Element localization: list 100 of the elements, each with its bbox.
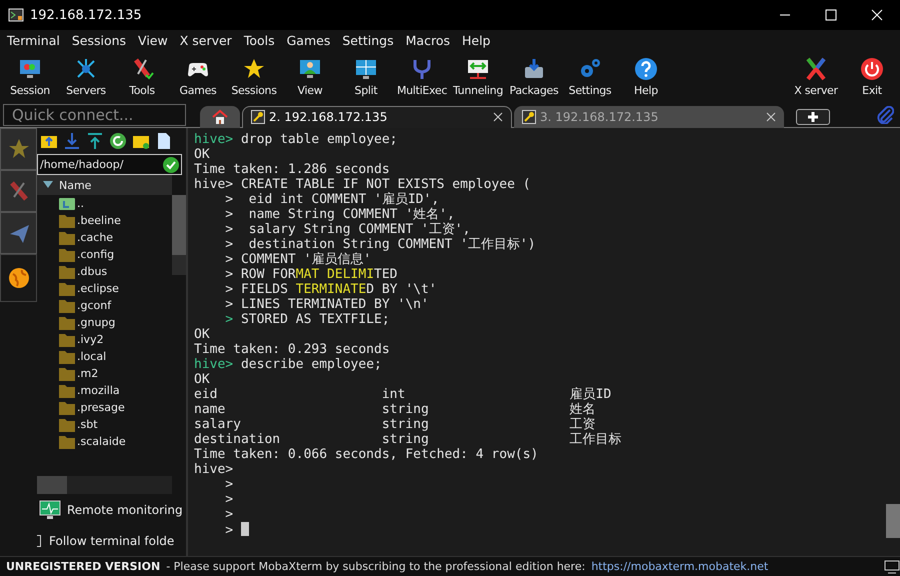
terminal-line: > destination String COMMENT '工作目标') <box>224 237 537 252</box>
toolbar-button[interactable]: MultiExec <box>394 51 450 103</box>
session-tab[interactable]: 3. 192.168.172.135 <box>514 106 784 128</box>
file-row[interactable]: .gnupg <box>37 314 172 331</box>
close-icon[interactable] <box>766 112 776 122</box>
app-logo-icon <box>8 7 24 23</box>
upload-icon[interactable] <box>86 132 104 150</box>
monitor-icon <box>884 560 900 574</box>
menu-item[interactable]: View <box>138 33 168 48</box>
folder-icon <box>59 264 75 278</box>
download-icon[interactable] <box>63 132 81 150</box>
check-icon[interactable] <box>163 156 179 172</box>
sidebar-tab[interactable] <box>0 254 37 302</box>
terminal-line: > <box>194 522 886 537</box>
cursor <box>241 522 250 536</box>
terminal-line: name string 姓名 <box>194 402 597 417</box>
help-icon <box>634 57 658 81</box>
terminal-line: > <box>224 507 234 522</box>
toolbar-button[interactable]: Tunneling <box>450 51 506 103</box>
x-logo-icon <box>804 57 828 81</box>
folder-icon <box>59 418 75 432</box>
star-icon <box>242 57 266 81</box>
parent-folder-icon <box>59 196 75 210</box>
monitor-user-icon <box>298 57 322 81</box>
toolbar-button[interactable]: Split <box>338 51 394 103</box>
file-row[interactable]: .sbt <box>37 416 172 433</box>
file-row[interactable]: .dbus <box>37 263 172 280</box>
refresh-icon[interactable] <box>109 132 127 150</box>
file-row[interactable]: .. <box>37 195 172 212</box>
toolbar-button[interactable]: Exit <box>844 51 900 103</box>
paper-plane-icon <box>8 222 30 244</box>
file-row[interactable]: .config <box>37 246 172 263</box>
monitor-icon <box>18 57 42 81</box>
toolbar-button[interactable]: Sessions <box>226 51 282 103</box>
menu-item[interactable]: Terminal <box>7 33 60 48</box>
file-row[interactable]: .beeline <box>37 212 172 229</box>
menu-item[interactable]: Sessions <box>72 33 126 48</box>
menu-item[interactable]: Settings <box>342 33 394 48</box>
toolbar-button[interactable]: X server <box>788 51 844 103</box>
toolbar-button[interactable]: View <box>282 51 338 103</box>
file-row[interactable]: .gconf <box>37 297 172 314</box>
quick-connect-field[interactable]: Quick connect... <box>3 104 186 126</box>
scrollbar[interactable] <box>886 504 900 538</box>
file-row[interactable]: .cache <box>37 229 172 246</box>
folder-icon <box>59 298 75 312</box>
scrollbar[interactable] <box>172 195 186 275</box>
terminal-line: hive> <box>194 462 234 477</box>
star-icon <box>8 138 30 160</box>
home-tab[interactable] <box>200 106 240 128</box>
terminal-line: Time taken: 0.293 seconds <box>194 342 391 357</box>
menu-item[interactable]: Help <box>462 33 490 48</box>
terminal-line: OK <box>194 147 211 162</box>
remote-monitoring-button[interactable]: Remote monitoring <box>37 494 186 526</box>
file-row[interactable]: .mozilla <box>37 382 172 399</box>
file-row[interactable]: .ivy2 <box>37 331 172 348</box>
toolbar-button[interactable]: Settings <box>562 51 618 103</box>
file-row[interactable]: .eclipse <box>37 280 172 297</box>
terminal-line: > COMMENT '雇员信息' <box>224 252 372 267</box>
terminal-line: > LINES TERMINATED BY '\n' <box>224 297 430 312</box>
monitor-graph-icon <box>39 500 61 520</box>
scrollbar[interactable] <box>37 476 172 494</box>
file-row[interactable]: .m2 <box>37 365 172 382</box>
toolbar-button[interactable]: Games <box>170 51 226 103</box>
menu-item[interactable]: X server <box>180 33 232 48</box>
toolbar-button[interactable]: Servers <box>58 51 114 103</box>
folder-icon <box>59 366 75 380</box>
path-field[interactable]: /home/hadoop/ <box>37 154 182 175</box>
file-row[interactable]: .scalaide <box>37 433 172 450</box>
column-header[interactable]: Name <box>37 175 172 195</box>
menu-item[interactable]: Macros <box>406 33 450 48</box>
toolbar-button[interactable]: Help <box>618 51 674 103</box>
session-tab[interactable]: 2. 192.168.172.135 <box>242 106 512 128</box>
checkbox-label[interactable]: Follow terminal folde <box>49 534 174 548</box>
new-tab-button[interactable] <box>796 108 830 124</box>
folder-icon <box>59 282 75 296</box>
document-icon[interactable] <box>155 132 173 150</box>
toolbar-button[interactable]: Packages <box>506 51 562 103</box>
window-title: 192.168.172.135 <box>30 8 143 22</box>
key-icon <box>251 110 265 124</box>
plus-icon <box>807 110 819 122</box>
terminal-line: > salary String COMMENT '工资', <box>224 222 472 237</box>
menu-item[interactable]: Games <box>286 33 330 48</box>
menu-item[interactable]: Tools <box>244 33 275 48</box>
multitool-icon <box>8 180 30 202</box>
file-row[interactable]: .presage <box>37 399 172 416</box>
folder-icon <box>59 434 75 448</box>
status-message: - Please support MobaXterm by subscribing to the professional edition here: <box>166 560 586 573</box>
paperclip-icon[interactable] <box>876 106 894 124</box>
terminal-line: > <box>224 477 234 492</box>
file-row[interactable]: .local <box>37 348 172 365</box>
toolbar-button[interactable]: Session <box>2 51 58 103</box>
terminal-line: OK <box>194 372 211 387</box>
folder-icon <box>59 214 75 228</box>
close-icon[interactable] <box>493 112 503 122</box>
terminal-line: destination string 工作目标 <box>194 432 623 447</box>
terminal-line: > eid int COMMENT '雇员ID', <box>224 192 440 207</box>
website-link[interactable]: https://mobaxterm.mobatek.net <box>591 560 768 573</box>
status-label: UNREGISTERED VERSION <box>6 560 160 573</box>
terminal-line: Time taken: 0.066 seconds, Fetched: 4 row(s) <box>194 447 540 462</box>
toolbar-button[interactable]: Tools <box>114 51 170 103</box>
